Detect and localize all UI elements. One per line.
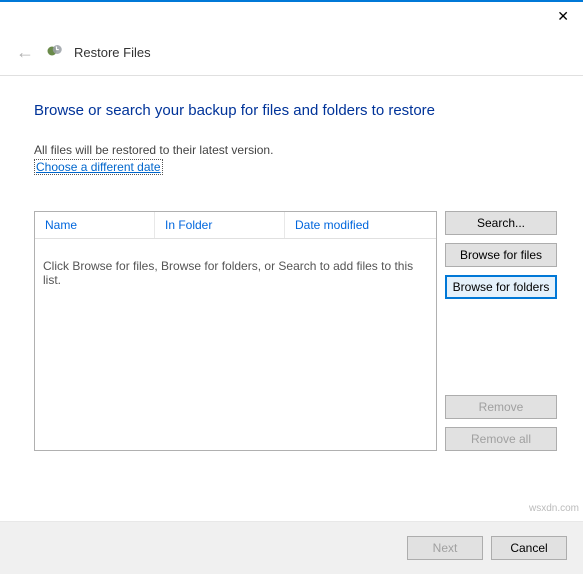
next-button: Next [407,536,483,560]
restore-files-window: ✕ ← Restore Files Browse or search your … [0,0,583,574]
file-list[interactable]: Name In Folder Date modified Click Brows… [34,211,437,451]
list-empty-text: Click Browse for files, Browse for folde… [35,239,436,450]
footer-buttons: Next Cancel [0,521,583,574]
remove-button: Remove [445,395,557,419]
search-button[interactable]: Search... [445,211,557,235]
choose-date-link[interactable]: Choose a different date [34,159,163,175]
back-arrow-icon[interactable]: ← [14,40,36,65]
content-area: Browse or search your backup for files a… [0,82,583,481]
main-area: Name In Folder Date modified Click Brows… [34,211,557,451]
restore-icon [46,42,64,63]
page-heading: Browse or search your backup for files a… [34,102,557,119]
browse-files-button[interactable]: Browse for files [445,243,557,267]
header-row: ← Restore Files [0,40,583,76]
column-date[interactable]: Date modified [285,212,436,238]
list-header: Name In Folder Date modified [35,212,436,239]
column-folder[interactable]: In Folder [155,212,285,238]
window-title: Restore Files [74,45,151,60]
watermark: wsxdn.com [529,503,579,514]
info-text: All files will be restored to their late… [34,143,557,157]
close-icon[interactable]: ✕ [551,6,575,27]
column-name[interactable]: Name [35,212,155,238]
remove-all-button: Remove all [445,427,557,451]
side-buttons: Search... Browse for files Browse for fo… [445,211,557,451]
spacer [445,307,557,387]
cancel-button[interactable]: Cancel [491,536,567,560]
titlebar: ✕ [0,2,583,40]
browse-folders-button[interactable]: Browse for folders [445,275,557,299]
